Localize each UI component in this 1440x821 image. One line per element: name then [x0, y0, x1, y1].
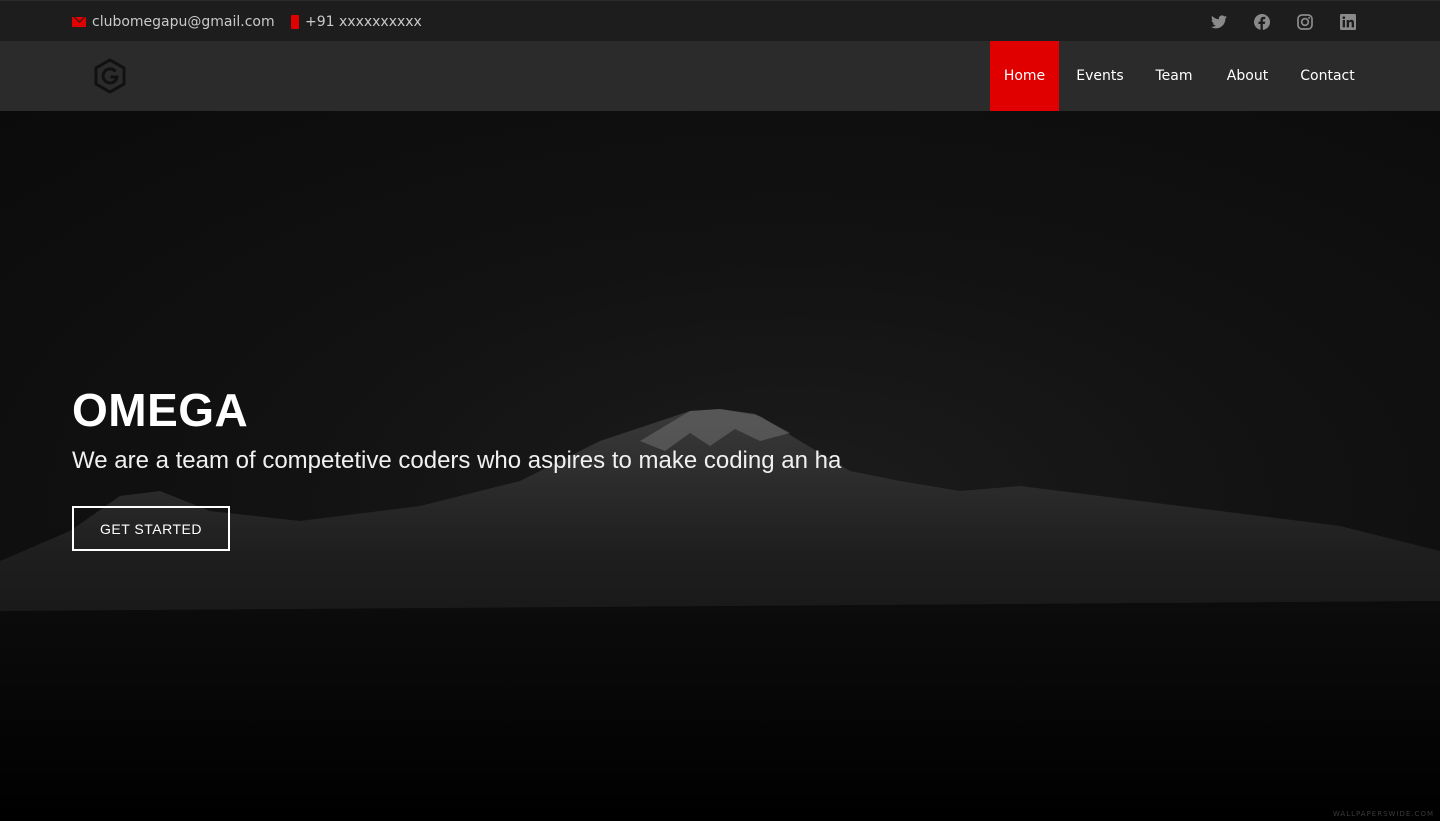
get-started-button[interactable]: GET STARTED [72, 506, 230, 551]
nav-home[interactable]: Home [990, 41, 1059, 111]
twitter-icon[interactable] [1211, 1, 1227, 42]
linkedin-icon[interactable] [1340, 1, 1356, 42]
logo[interactable] [93, 58, 127, 94]
envelope-icon [72, 16, 86, 27]
watermark: WALLPAPERSWIDE.COM [1332, 810, 1434, 818]
nav-about[interactable]: About [1217, 41, 1278, 111]
contact-email[interactable]: clubomegapu@gmail.com [72, 1, 275, 42]
nav-team[interactable]: Team [1146, 41, 1202, 111]
contact-phone[interactable]: +91 xxxxxxxxxx [291, 1, 422, 42]
top-bar: clubomegapu@gmail.com +91 xxxxxxxxxx [0, 0, 1440, 41]
facebook-icon[interactable] [1254, 1, 1270, 42]
nav-events[interactable]: Events [1068, 41, 1132, 111]
email-text[interactable]: clubomegapu@gmail.com [92, 14, 275, 30]
hero-title: OMEGA [72, 384, 249, 436]
main-navbar: Home Events Team About Contact [0, 41, 1440, 111]
instagram-icon[interactable] [1297, 1, 1313, 42]
hero-section: OMEGA We are a team of competetive coder… [0, 111, 1440, 821]
phone-icon [291, 14, 299, 29]
nav-contact[interactable]: Contact [1292, 41, 1363, 111]
phone-text[interactable]: +91 xxxxxxxxxx [305, 14, 422, 30]
hero-subtitle: We are a team of competetive coders who … [72, 447, 842, 474]
